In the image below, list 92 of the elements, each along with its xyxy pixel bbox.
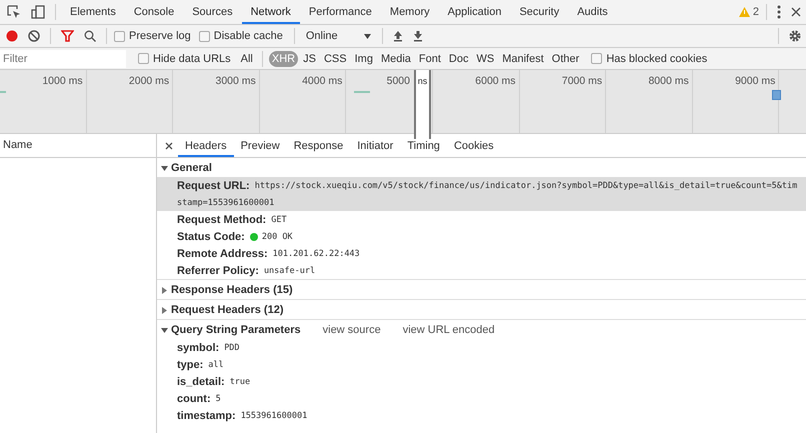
- selection-label: ns: [418, 76, 428, 86]
- disclosure-icon: [161, 164, 168, 172]
- warning-number: 2: [752, 6, 759, 18]
- clear-icon[interactable]: [28, 30, 40, 42]
- request-marker: [772, 90, 781, 100]
- header-name: is_detail:: [177, 376, 225, 388]
- header-value: 1553961600001: [240, 410, 308, 420]
- type-filter[interactable]: WS: [473, 50, 498, 66]
- panel-tab[interactable]: Sources: [183, 0, 242, 24]
- disclosure-icon: [161, 286, 168, 294]
- header-value: GET: [271, 214, 287, 224]
- detail-tab[interactable]: Response: [286, 134, 350, 157]
- panel-tab[interactable]: Security: [510, 0, 568, 24]
- close-icon[interactable]: [791, 7, 801, 17]
- header-name: timestamp:: [177, 410, 236, 422]
- header-value: 200 OK: [262, 232, 293, 242]
- header-value: 5: [216, 394, 221, 404]
- type-filter[interactable]: Media: [378, 50, 414, 66]
- time-tick: 1000 ms: [42, 75, 83, 87]
- close-icon[interactable]: [165, 142, 173, 150]
- time-tick: 5000: [386, 75, 410, 87]
- caret-icon: [364, 34, 371, 38]
- type-filter[interactable]: Other: [548, 50, 582, 66]
- time-tick: 7000 ms: [562, 75, 602, 87]
- header-name: type:: [177, 358, 204, 370]
- checkbox-label: Has blocked cookies: [606, 52, 708, 64]
- type-filter[interactable]: Doc: [446, 50, 472, 66]
- panel-tab[interactable]: Application: [438, 0, 510, 24]
- selection-window[interactable]: ns: [414, 70, 431, 139]
- search-icon[interactable]: [84, 30, 96, 42]
- device-toolbar-icon[interactable]: [31, 5, 45, 19]
- filter-icon[interactable]: [61, 30, 74, 42]
- disclosure-icon: [161, 306, 168, 314]
- header-value: PDD: [224, 342, 240, 352]
- more-options-icon[interactable]: [777, 5, 781, 19]
- detail-tab[interactable]: Headers: [178, 134, 234, 157]
- time-tick: 4000 ms: [302, 75, 342, 87]
- checkbox-label: Disable cache: [214, 30, 283, 42]
- header-name: Remote Address:: [177, 248, 268, 260]
- header-value: https://stock.xueqiu.com/v5/stock/finance/us/indicator.json?symbol=PDD&type=all&is_detail=true&count=5&tim: [254, 180, 798, 190]
- panel-tab[interactable]: Console: [124, 0, 184, 24]
- checkbox-label: Hide data URLs: [153, 52, 231, 64]
- inspect-icon[interactable]: [7, 5, 21, 19]
- type-filter[interactable]: JS: [300, 50, 319, 66]
- checkbox[interactable]: [198, 30, 210, 42]
- time-tick: 6000 ms: [475, 75, 516, 87]
- panel-tab[interactable]: Performance: [300, 0, 381, 24]
- header-value: 101.201.62.22:443: [272, 248, 360, 258]
- detail-tab[interactable]: Preview: [234, 134, 287, 157]
- header-name: symbol:: [177, 342, 220, 354]
- section-toggle[interactable]: Request Headers (12): [161, 304, 284, 316]
- checkbox[interactable]: [591, 53, 602, 64]
- type-filter[interactable]: Font: [416, 50, 444, 66]
- section-link[interactable]: view source: [322, 324, 381, 336]
- record-icon[interactable]: [6, 30, 18, 42]
- filter-field[interactable]: Filter: [0, 50, 126, 68]
- download-icon[interactable]: [412, 30, 423, 42]
- section-toggle[interactable]: Response Headers (15): [161, 284, 293, 296]
- header-name: Status Code:: [177, 230, 245, 242]
- panel-tab[interactable]: Elements: [61, 0, 125, 24]
- header-value: stamp=1553961600001: [177, 198, 274, 208]
- time-tick: 9000 ms: [735, 75, 776, 87]
- section-toggle[interactable]: Query String Parameters: [161, 324, 301, 336]
- header-name: Request URL:: [177, 180, 250, 192]
- type-filter[interactable]: CSS: [320, 50, 350, 66]
- detail-tab[interactable]: Cookies: [446, 134, 501, 157]
- header-name: Referrer Policy:: [177, 264, 259, 276]
- header-value: unsafe-url: [264, 266, 316, 276]
- disclosure-icon: [161, 326, 168, 334]
- panel-tab[interactable]: Audits: [568, 0, 617, 24]
- time-tick: 3000 ms: [216, 75, 256, 87]
- checkbox[interactable]: [138, 53, 149, 64]
- checkbox-label: Preserve log: [129, 30, 191, 42]
- warning-icon: [738, 7, 750, 17]
- header-name: count:: [177, 392, 211, 404]
- header-name: Request Method:: [177, 214, 266, 226]
- time-tick: 8000 ms: [648, 75, 689, 87]
- header-value: true: [230, 376, 250, 386]
- type-filter[interactable]: Manifest: [499, 50, 547, 66]
- warning-count[interactable]: 2: [738, 6, 759, 18]
- section-link[interactable]: view URL encoded: [402, 324, 495, 336]
- type-filter[interactable]: All: [238, 50, 256, 66]
- panel-tab[interactable]: Memory: [380, 0, 439, 24]
- header-value: all: [208, 360, 224, 370]
- type-filter[interactable]: Img: [352, 50, 376, 66]
- detail-tab[interactable]: Initiator: [350, 134, 400, 157]
- settings-icon[interactable]: [789, 30, 801, 42]
- section-toggle[interactable]: General: [161, 162, 212, 174]
- throttling-dropdown[interactable]: Online: [300, 30, 377, 42]
- time-tick: 2000 ms: [128, 75, 170, 87]
- upload-icon[interactable]: [392, 30, 403, 42]
- checkbox[interactable]: [114, 30, 125, 42]
